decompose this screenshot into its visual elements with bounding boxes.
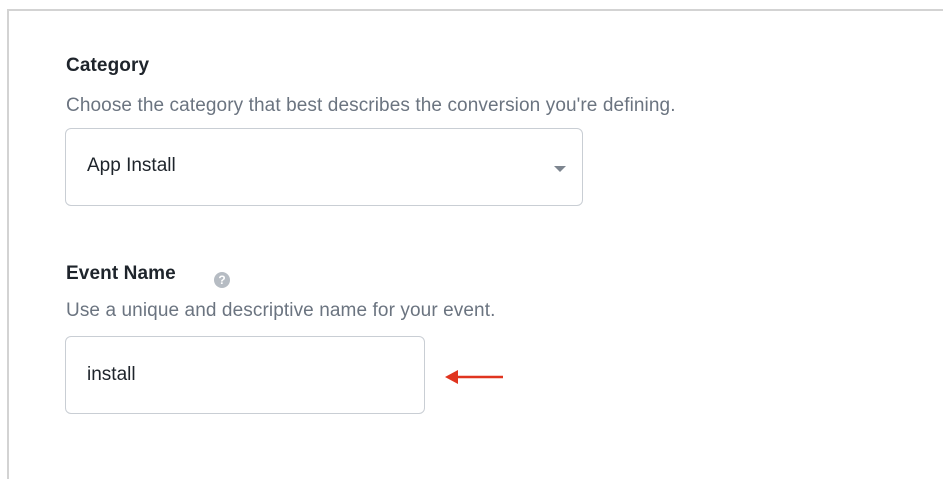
category-selected-value: App Install (87, 155, 176, 176)
form-panel: Category Choose the category that best d… (7, 9, 943, 479)
question-circle-icon[interactable]: ? (214, 272, 230, 288)
category-description: Choose the category that best describes … (66, 95, 676, 116)
category-select[interactable]: App Install (65, 128, 583, 206)
category-label: Category (66, 55, 150, 76)
chevron-down-icon (554, 166, 566, 172)
event-name-description: Use a unique and descriptive name for yo… (66, 300, 496, 321)
event-name-input[interactable] (65, 336, 425, 414)
left-arrow-icon (445, 370, 503, 384)
event-name-label: Event Name (66, 263, 176, 284)
